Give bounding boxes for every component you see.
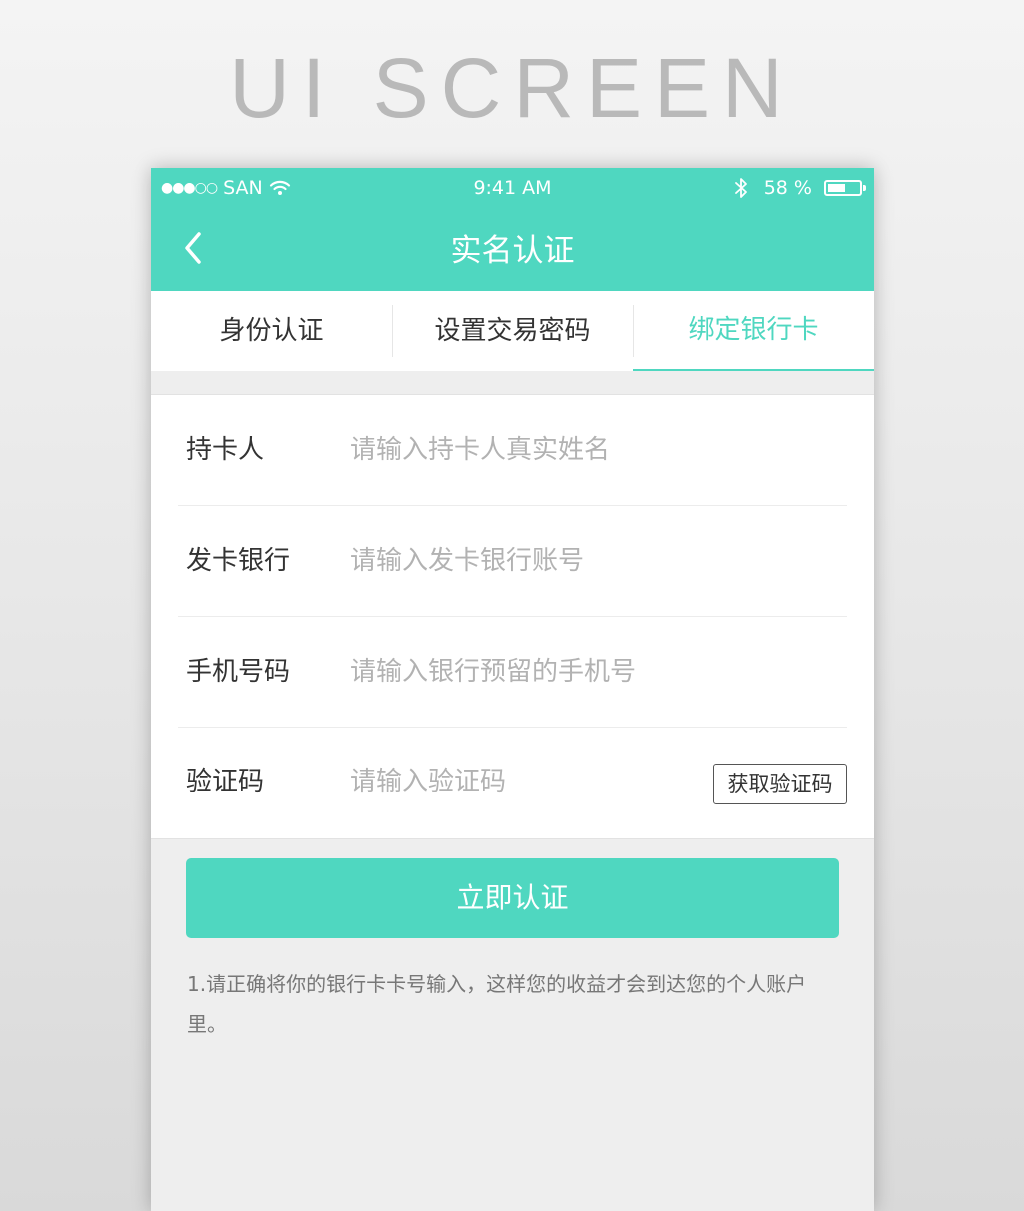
battery-percentage: 58 % (763, 177, 812, 199)
battery-nub (863, 185, 866, 191)
issuing-bank-row: 发卡银行 请输入发卡银行账号 (178, 506, 847, 617)
phone-number-label: 手机号码 (186, 657, 291, 687)
status-right: 58 % (734, 168, 866, 208)
cardholder-input[interactable]: 请输入持卡人真实姓名 (350, 395, 610, 506)
tab-set-transaction-password[interactable]: 设置交易密码 (392, 291, 633, 371)
get-code-button[interactable]: 获取验证码 (713, 764, 847, 804)
phone-screen: ●●●○○ SAN 9:41 AM 58 % 实名认证 身份认证 设置交易密码 … (151, 168, 874, 1211)
phone-number-input[interactable]: 请输入银行预留的手机号 (350, 617, 636, 728)
status-bar: ●●●○○ SAN 9:41 AM 58 % (151, 168, 874, 208)
battery-icon (824, 180, 866, 196)
step-tabs: 身份认证 设置交易密码 绑定银行卡 (151, 291, 874, 371)
tab-identity-verification[interactable]: 身份认证 (151, 291, 392, 371)
verification-code-input[interactable]: 请输入验证码 (350, 728, 506, 836)
cardholder-row: 持卡人 请输入持卡人真实姓名 (178, 395, 847, 506)
battery-level-fill (828, 184, 845, 192)
issuing-bank-input[interactable]: 请输入发卡银行账号 (350, 506, 584, 617)
phone-number-row: 手机号码 请输入银行预留的手机号 (178, 617, 847, 728)
verification-code-row: 验证码 请输入验证码 获取验证码 (178, 728, 847, 839)
cardholder-label: 持卡人 (186, 435, 265, 465)
verify-now-button[interactable]: 立即认证 (186, 858, 839, 938)
instruction-note: 1.请正确将你的银行卡卡号输入，这样您的收益才会到达您的个人账户里。 (187, 972, 807, 1036)
bank-card-form: 持卡人 请输入持卡人真实姓名 发卡银行 请输入发卡银行账号 手机号码 请输入银行… (151, 394, 874, 839)
navigation-bar: 实名认证 (151, 208, 874, 291)
verification-code-label: 验证码 (186, 767, 265, 797)
page-title: 实名认证 (450, 233, 575, 269)
bluetooth-icon (734, 178, 747, 198)
top-bar: ●●●○○ SAN 9:41 AM 58 % 实名认证 (151, 168, 874, 291)
hero-title: UI SCREEN (229, 41, 795, 135)
tab-bind-bank-card[interactable]: 绑定银行卡 (633, 291, 874, 371)
issuing-bank-label: 发卡银行 (186, 546, 291, 576)
